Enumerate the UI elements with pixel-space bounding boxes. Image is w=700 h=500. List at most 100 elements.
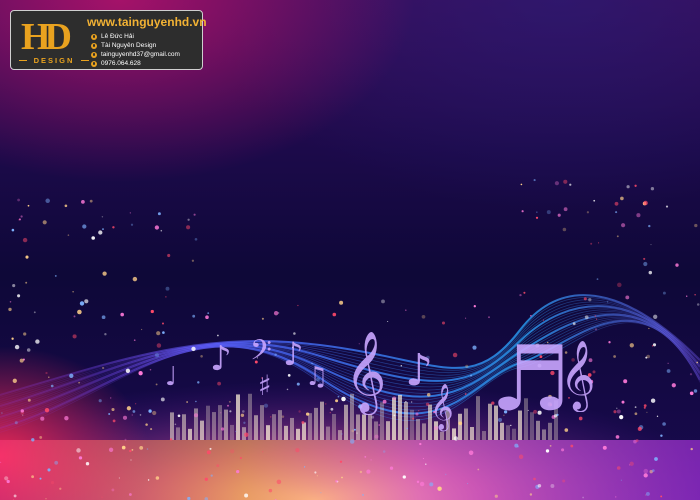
website-link[interactable]: www.tainguyenhd.vn [87,15,207,29]
building [470,426,474,440]
building [440,431,444,440]
sparkle [416,480,420,484]
sparkle [154,353,160,358]
hd-design-logo: HD DESIGN [17,15,89,67]
sparkle [643,200,648,206]
sparkle [297,304,299,307]
contact-youtube-text: Tài Nguyên Design [101,42,157,49]
sparkle [650,244,652,246]
sparkle [191,259,195,262]
sparkle [364,456,367,458]
sparkle [643,404,647,407]
building [392,397,396,440]
sparkle [569,183,572,186]
sparkle [235,430,237,433]
sparkle [174,423,177,426]
sparkle [533,477,536,481]
sparkle [54,274,57,277]
sparkle [616,409,621,414]
sparkle [425,402,430,407]
sparkle [138,371,143,376]
sparkle [132,410,136,413]
sparkle [108,412,111,416]
sparkle [629,343,634,348]
sparkle [530,314,532,317]
sparkle [8,307,12,312]
sparkle [554,181,559,186]
sparkle [660,495,663,498]
sparkle [616,407,618,409]
brand-card: HD DESIGN www.tainguyenhd.vn Lê Đức Hải … [10,10,207,70]
sparkle [652,343,657,347]
sparkle [529,493,533,496]
sparkle [419,481,425,487]
sparkle [366,469,371,474]
sparkle [444,473,447,476]
sparkle [586,211,590,214]
sparkle [643,406,646,409]
sparkle [320,492,322,494]
sparkle [634,412,638,416]
sparkle [20,409,24,413]
sparkle [22,414,24,416]
sparkle [608,341,611,344]
sparkle [84,299,89,304]
building [326,426,330,440]
building [284,425,288,440]
sparkle [614,496,617,498]
sparkle [148,409,152,413]
sparkle [161,322,165,325]
sparkle [14,344,20,350]
sparkle [588,298,592,302]
sparkle [45,498,47,500]
building [212,412,216,440]
sparkle [643,261,648,267]
sparkle [615,435,620,439]
facebook-icon [91,33,97,40]
sparkle [220,427,225,431]
sparkle [194,237,198,241]
sparkle [593,199,596,202]
sparkle [561,448,565,452]
sparkle [653,314,658,319]
sparkle [204,477,208,481]
sparkle [636,213,641,218]
sparkle [400,365,403,367]
sparkle [667,362,669,364]
building [182,414,186,440]
sparkle [82,224,87,229]
sparkle [45,198,50,204]
sparkle [26,348,31,352]
sparkle [47,468,51,472]
building [338,430,342,440]
sparkle [464,393,467,395]
sparkle [656,415,659,417]
sparkle [615,211,618,214]
sparkle [23,332,27,336]
sparkle [125,368,131,373]
sparkle [465,317,467,319]
sparkle [124,438,127,441]
sparkle [193,213,196,216]
sparkle [111,407,115,412]
sparkle [130,223,134,226]
sparkle [209,447,212,450]
building [296,428,300,440]
background-artwork: ♪ 𝄢 ♪ ♯ 𝄞 ♪ 𝄞 ♬ 𝄞 ♫ ♩ HD DESIGN www.tainguyenhd.vn… [0,0,700,500]
contact-youtube: Tài Nguyên Design [91,42,156,49]
sparkle [140,328,143,331]
sparkle [458,421,463,426]
sparkle [81,200,85,204]
sparkle [623,379,628,384]
sparkle [329,412,331,414]
sparkle [45,371,48,375]
sparkle [337,395,340,398]
sparkle [147,479,150,481]
sparkle [349,439,355,444]
sparkle [694,294,696,296]
phone-icon [91,60,97,67]
sparkle [217,334,219,337]
sparkle [405,309,407,311]
sparkle [155,383,158,386]
sparkle [650,398,656,403]
